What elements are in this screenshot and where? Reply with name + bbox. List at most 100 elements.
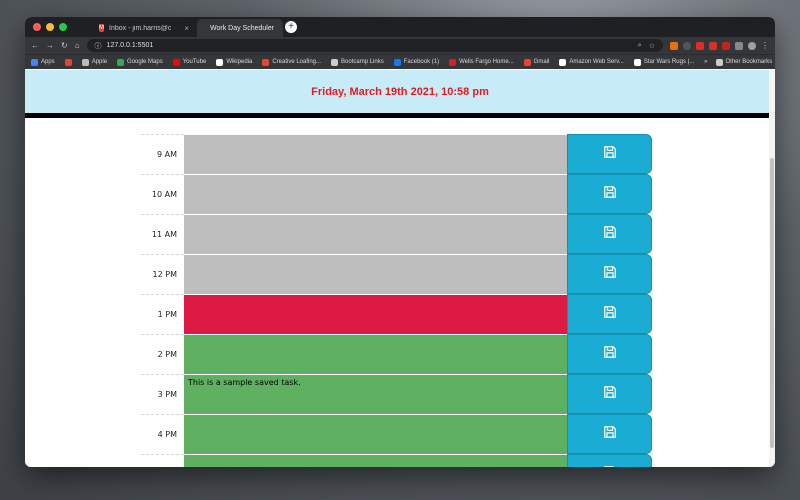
floppy-disk-icon (603, 465, 617, 467)
time-block-row: 1 PM (141, 294, 653, 334)
menu-kebab-icon[interactable]: ⋮ (761, 41, 769, 50)
time-block-row: 12 PM (141, 254, 653, 294)
bookmark-label: Creative Loafing... (272, 59, 322, 65)
save-button[interactable] (567, 334, 652, 374)
time-block-container: 9 AM 10 AM 11 AM 12 PM 1 PM 2 PM 3 PM This is a… (141, 134, 653, 467)
folder-icon (715, 58, 723, 66)
extension-icon[interactable] (722, 41, 730, 50)
other-bookmarks-label: Other Bookmarks (725, 59, 773, 65)
bookmark-item[interactable]: Star Wars Rugs |... (633, 58, 695, 66)
close-window-button[interactable] (33, 23, 41, 31)
task-description-textarea[interactable] (184, 254, 567, 294)
bookmark-label: Apple (91, 59, 108, 65)
maximize-window-button[interactable] (59, 23, 67, 31)
floppy-disk-icon (603, 385, 617, 404)
bookmark-label: Google Maps (127, 59, 163, 65)
google-maps-icon (117, 58, 125, 66)
save-button[interactable] (567, 374, 652, 414)
bookmark-star-icon[interactable]: ☆ (649, 42, 655, 50)
address-bar[interactable]: ⓘ 127.0.0.1:5501 ⌕ ☆ (86, 39, 663, 52)
extension-icon[interactable] (670, 41, 678, 50)
bookmark-label: Star Wars Rugs |... (643, 59, 695, 65)
task-description-textarea[interactable] (184, 334, 567, 374)
bookmark-item[interactable]: Facebook (1) (393, 58, 439, 66)
hour-label: 9 AM (141, 134, 184, 174)
bookmark-item[interactable]: Amazon Web Serv... (559, 58, 624, 66)
bookmark-item[interactable]: Bootcamp Links (331, 58, 384, 66)
save-button[interactable] (567, 254, 652, 294)
hour-label: 1 PM (141, 294, 184, 334)
bookmark-label: Bootcamp Links (341, 59, 384, 65)
bookmark-item[interactable] (64, 58, 72, 66)
bookmark-item[interactable]: Creative Loafing... (262, 58, 322, 66)
bookmark-item[interactable]: Apple (81, 58, 108, 66)
folder-icon (331, 58, 339, 66)
floppy-disk-icon (603, 345, 617, 364)
task-description-textarea[interactable] (184, 174, 567, 214)
info-icon[interactable]: ⓘ (95, 41, 102, 51)
puzzle-icon[interactable] (735, 41, 743, 50)
save-button[interactable] (567, 414, 652, 454)
bookmark-item[interactable]: Gmail (523, 58, 549, 66)
tab-gmail[interactable]: M Inbox - jim.harris@creativeloaf... × (91, 19, 197, 37)
bookmarks-bar: Apps Apple Google Maps YouTube Wikipedia Crea… (25, 54, 775, 69)
extension-icon[interactable] (696, 41, 704, 50)
bookmark-item[interactable]: Wells Fargo Home... (449, 58, 514, 66)
bookmark-item[interactable]: Wikipedia (216, 58, 252, 66)
time-block-row: 3 PM This is a sample saved task. (141, 374, 653, 414)
bookmark-item[interactable]: YouTube (172, 58, 206, 66)
hour-label: 10 AM (141, 174, 184, 214)
floppy-disk-icon (603, 185, 617, 204)
save-button[interactable] (567, 174, 652, 214)
browser-toolbar: ← → ↻ ⌂ ⓘ 127.0.0.1:5501 ⌕ ☆ ⋮ (25, 37, 775, 54)
bookmarks-overflow-button[interactable]: » (704, 59, 707, 66)
other-bookmarks-folder[interactable]: Other Bookmarks (715, 58, 773, 66)
bookmark-label: Apps (41, 59, 55, 65)
bookmark-label: Wells Fargo Home... (459, 59, 514, 65)
new-tab-button[interactable]: + (285, 21, 297, 33)
extension-icon[interactable] (683, 41, 691, 50)
task-description-textarea[interactable] (184, 414, 567, 454)
task-description-textarea[interactable]: This is a sample saved task. (184, 374, 567, 414)
page-scrollbar-track[interactable] (769, 70, 775, 467)
page-scrollbar-thumb[interactable] (770, 158, 774, 448)
tab-strip: M Inbox - jim.harris@creativeloaf... × W… (25, 17, 775, 37)
forward-icon[interactable]: → (46, 41, 54, 50)
extensions-area: ⋮ (670, 41, 769, 50)
reload-icon[interactable]: ↻ (61, 41, 68, 50)
save-button[interactable] (567, 214, 652, 254)
close-tab-icon[interactable]: × (184, 24, 189, 33)
task-description-textarea[interactable] (184, 134, 567, 174)
tab-title: Inbox - jim.harris@creativeloaf... (109, 24, 172, 32)
globe-icon (633, 58, 641, 66)
tab-work-day-scheduler[interactable]: Work Day Scheduler × (197, 19, 292, 37)
gmail-icon (262, 58, 270, 66)
gmail-icon (523, 58, 531, 66)
save-button[interactable] (567, 134, 652, 174)
apple-icon (81, 58, 89, 66)
extension-icon[interactable] (709, 41, 717, 50)
home-icon[interactable]: ⌂ (75, 41, 80, 50)
task-description-textarea[interactable] (184, 214, 567, 254)
hour-label (141, 454, 184, 467)
time-block-row: 4 PM (141, 414, 653, 454)
task-description-textarea[interactable] (184, 454, 567, 467)
browser-window: M Inbox - jim.harris@creativeloaf... × W… (25, 17, 775, 467)
hour-label: 11 AM (141, 214, 184, 254)
time-block-row: 9 AM (141, 134, 653, 174)
search-icon[interactable]: ⌕ (638, 42, 642, 50)
bookmarks-right: » Other Bookmarks (704, 58, 773, 66)
window-controls (33, 23, 67, 31)
save-button[interactable] (567, 454, 652, 467)
back-icon[interactable]: ← (31, 41, 39, 50)
time-block-row: 2 PM (141, 334, 653, 374)
minimize-window-button[interactable] (46, 23, 54, 31)
profile-avatar[interactable] (748, 41, 756, 50)
save-button[interactable] (567, 294, 652, 334)
task-description-textarea[interactable] (184, 294, 567, 334)
hour-label: 12 PM (141, 254, 184, 294)
bookmark-item[interactable]: Apps (31, 58, 55, 66)
url-text: 127.0.0.1:5501 (106, 42, 154, 49)
time-block-row: 10 AM (141, 174, 653, 214)
bookmark-item[interactable]: Google Maps (117, 58, 163, 66)
